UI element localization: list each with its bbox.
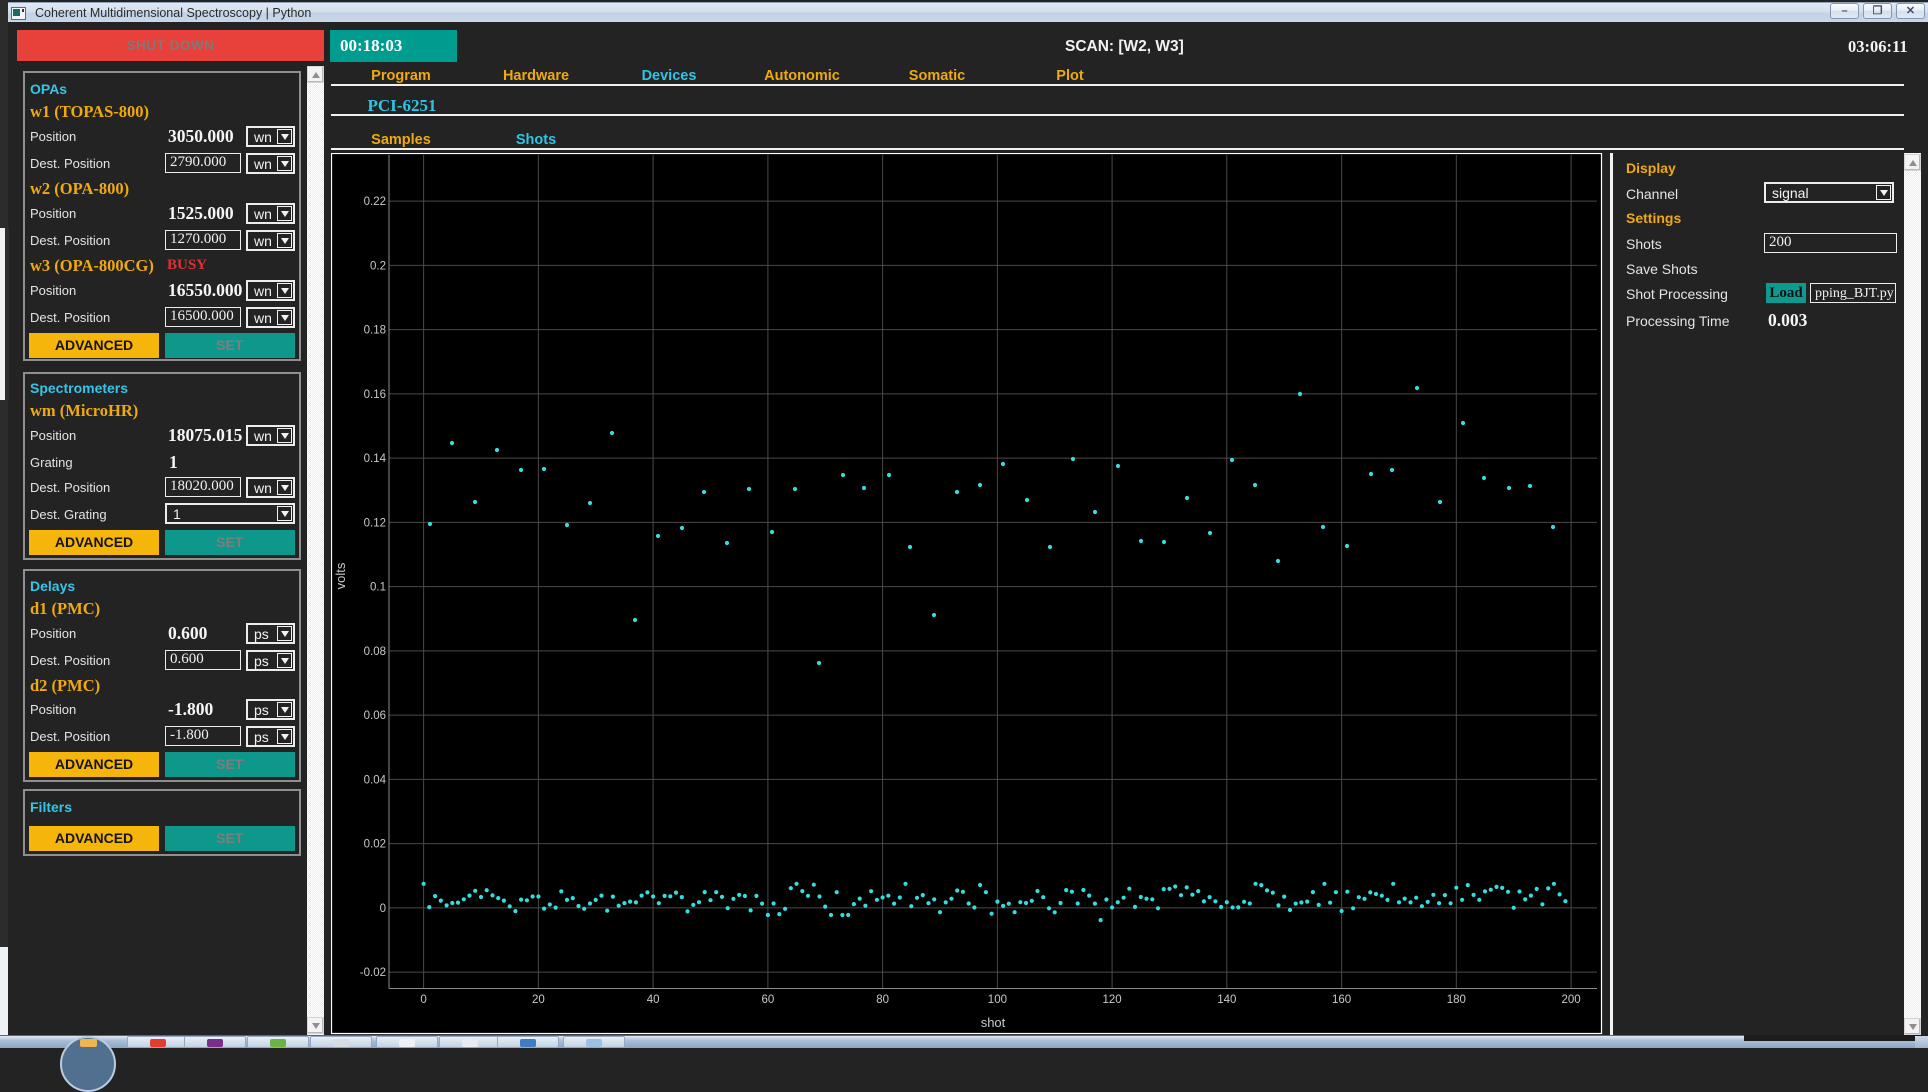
svg-text:100: 100 [988, 994, 1007, 1006]
svg-text:0.1: 0.1 [370, 582, 386, 594]
svg-text:80: 80 [876, 994, 889, 1006]
svg-text:40: 40 [647, 994, 660, 1006]
svg-text:0.06: 0.06 [364, 710, 386, 722]
svg-text:60: 60 [762, 994, 775, 1006]
svg-text:0.16: 0.16 [364, 389, 386, 401]
svg-text:volts: volts [333, 562, 348, 589]
svg-text:140: 140 [1217, 994, 1236, 1006]
svg-text:0.22: 0.22 [364, 196, 386, 208]
svg-text:0.04: 0.04 [364, 774, 387, 786]
svg-text:20: 20 [532, 994, 545, 1006]
svg-text:-0.02: -0.02 [360, 967, 386, 979]
svg-text:0.2: 0.2 [370, 260, 386, 272]
svg-text:160: 160 [1332, 994, 1351, 1006]
svg-text:0.02: 0.02 [364, 839, 386, 851]
svg-text:200: 200 [1562, 994, 1581, 1006]
svg-text:0.14: 0.14 [364, 453, 387, 465]
svg-text:180: 180 [1447, 994, 1466, 1006]
svg-text:0: 0 [420, 994, 426, 1006]
svg-text:0.18: 0.18 [364, 325, 386, 337]
svg-text:shot: shot [981, 1015, 1006, 1030]
svg-text:0.12: 0.12 [364, 517, 386, 529]
svg-text:120: 120 [1103, 994, 1122, 1006]
svg-text:0.08: 0.08 [364, 646, 386, 658]
svg-text:0: 0 [380, 903, 386, 915]
